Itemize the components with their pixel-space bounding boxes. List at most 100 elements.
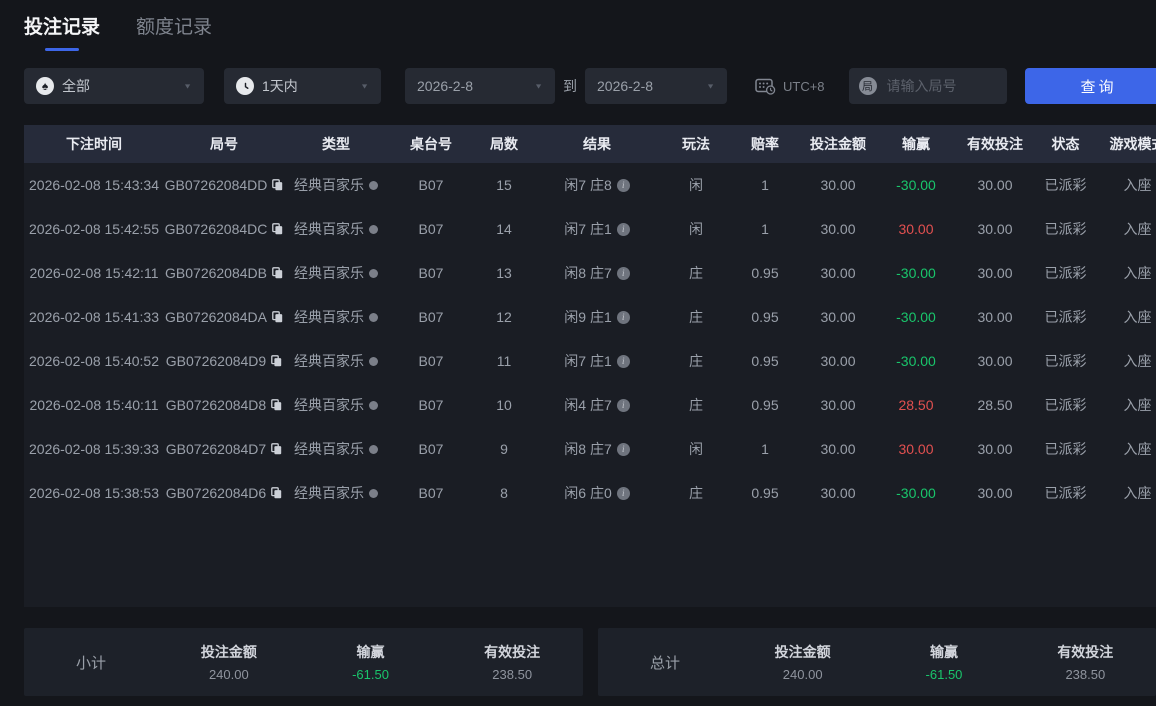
cell-win-text: -30.00 — [896, 309, 936, 325]
date-from-dropdown[interactable]: 2026-2-8 ▼ — [405, 68, 555, 104]
column-header-odds: 赔率 — [751, 136, 779, 152]
cell-table_no: B07 — [388, 177, 474, 193]
total-bet-amount: 投注金额 240.00 — [774, 644, 831, 682]
cell-win-text: -30.00 — [896, 265, 936, 281]
column-header-status: 状态 — [1051, 136, 1080, 152]
cell-valid: 30.00 — [954, 265, 1036, 281]
cell-game: 经典百家乐 — [284, 219, 388, 239]
game-type-dot-icon — [369, 224, 378, 234]
info-icon[interactable]: i — [616, 442, 630, 456]
cell-play: 庄 — [660, 483, 732, 503]
cell-play-text: 庄 — [689, 397, 703, 413]
tab-label: 额度记录 — [136, 17, 213, 38]
cell-mode: 入座 — [1095, 351, 1156, 371]
cell-play-text: 闲 — [689, 221, 703, 237]
cell-mode: 入座 — [1095, 219, 1156, 239]
column-header-bet: 投注金额 — [810, 136, 866, 152]
cell-mode: 入座 — [1095, 307, 1156, 327]
cell-play: 庄 — [660, 307, 732, 327]
tab-bet-records[interactable]: 投注记录 — [24, 12, 100, 51]
info-icon[interactable]: i — [616, 178, 630, 192]
cell-status: 已派彩 — [1036, 175, 1095, 195]
cell-time-text: 2026-02-08 15:42:55 — [29, 221, 159, 237]
cell-table_no-text: B07 — [418, 221, 444, 237]
info-icon[interactable]: i — [616, 310, 630, 324]
cell-win: 28.50 — [878, 397, 954, 413]
cell-time: 2026-02-08 15:43:34 — [24, 177, 164, 193]
cell-win: -30.00 — [878, 265, 954, 281]
cell-round_no: 9 — [474, 441, 534, 457]
cell-time: 2026-02-08 15:42:55 — [24, 221, 164, 237]
cell-bet: 30.00 — [798, 309, 878, 325]
column-header-win: 输赢 — [902, 136, 930, 152]
copy-icon[interactable] — [272, 179, 283, 191]
info-icon[interactable]: i — [616, 222, 630, 236]
cell-valid-text: 30.00 — [977, 485, 1013, 501]
cell-mode-text: 入座 — [1123, 177, 1152, 193]
info-icon[interactable]: i — [616, 398, 630, 412]
cell-round_no-text: 11 — [496, 353, 512, 369]
cell-win: -30.00 — [878, 177, 954, 193]
cell-round_no: 15 — [474, 177, 534, 193]
cell-play-text: 庄 — [689, 309, 703, 325]
query-button[interactable]: 查询 — [1024, 68, 1156, 104]
cell-table_no-text: B07 — [418, 397, 444, 413]
table-row: 2026-02-08 15:40:52 GB07262084D9 经典百家乐 B07 1… — [24, 339, 1156, 383]
game-type-dropdown[interactable]: ♠ 全部 ▼ — [24, 68, 204, 104]
copy-icon[interactable] — [271, 399, 282, 411]
cell-status: 已派彩 — [1036, 439, 1095, 459]
cell-odds: 0.95 — [732, 353, 798, 369]
info-icon[interactable]: i — [616, 486, 630, 500]
cell-result: 闲4 庄7 i — [534, 395, 660, 415]
info-icon[interactable]: i — [616, 354, 630, 368]
column-header-game: 类型 — [322, 136, 350, 152]
cell-bet: 30.00 — [798, 353, 878, 369]
cell-bet: 30.00 — [798, 441, 878, 457]
cell-odds-text: 0.95 — [751, 397, 779, 413]
cell-table_no: B07 — [388, 441, 474, 457]
subtotal-valid-bet: 有效投注 238.50 — [484, 644, 541, 682]
cell-play: 闲 — [660, 175, 732, 195]
cell-round_no: 12 — [474, 309, 534, 325]
game-type-dot-icon — [369, 180, 378, 190]
copy-icon[interactable] — [271, 487, 282, 499]
tab-quota-records[interactable]: 额度记录 — [136, 12, 212, 39]
copy-icon[interactable] — [272, 223, 283, 235]
copy-icon[interactable] — [271, 443, 282, 455]
cell-win: -30.00 — [878, 309, 954, 325]
calendar-clock-icon — [755, 77, 776, 95]
cell-time-text: 2026-02-08 15:41:33 — [29, 309, 159, 325]
column-header-play: 玩法 — [682, 136, 710, 152]
copy-icon[interactable] — [272, 267, 283, 279]
round-search-input[interactable] — [884, 77, 999, 95]
cell-game: 经典百家乐 — [284, 395, 388, 415]
cell-valid: 28.50 — [954, 397, 1036, 413]
cell-round_id-text: GB07262084D8 — [165, 397, 267, 413]
cell-status: 已派彩 — [1036, 395, 1095, 415]
cell-mode-text: 入座 — [1123, 397, 1152, 413]
cell-status-text: 已派彩 — [1044, 441, 1087, 457]
cell-valid-text: 30.00 — [977, 309, 1013, 325]
copy-icon[interactable] — [272, 311, 283, 323]
cell-bet-text: 30.00 — [820, 397, 856, 413]
column-header-result: 结果 — [583, 136, 611, 152]
cell-status-text: 已派彩 — [1044, 485, 1087, 501]
cell-status: 已派彩 — [1036, 351, 1095, 371]
column-header-time: 下注时间 — [66, 136, 122, 152]
cell-round_no-text: 13 — [496, 265, 512, 281]
cell-bet-text: 30.00 — [820, 485, 856, 501]
time-range-value: 1天内 — [262, 78, 298, 94]
info-icon[interactable]: i — [616, 266, 630, 280]
time-range-dropdown[interactable]: 1天内 ▼ — [224, 68, 381, 104]
cell-bet-text: 30.00 — [820, 177, 856, 193]
date-to-dropdown[interactable]: 2026-2-8 ▼ — [585, 68, 727, 104]
cell-round_id: GB07262084DD — [164, 177, 284, 193]
cell-time-text: 2026-02-08 15:40:52 — [29, 353, 159, 369]
copy-icon[interactable] — [271, 355, 282, 367]
round-search-box: 局 — [848, 68, 1007, 104]
cell-round_id-text: GB07262084DC — [164, 221, 268, 237]
game-type-dot-icon — [369, 312, 378, 322]
cell-game-text: 经典百家乐 — [294, 485, 364, 501]
table-row: 2026-02-08 15:42:11 GB07262084DB 经典百家乐 B07 1… — [24, 251, 1156, 295]
cell-mode-text: 入座 — [1123, 353, 1152, 369]
